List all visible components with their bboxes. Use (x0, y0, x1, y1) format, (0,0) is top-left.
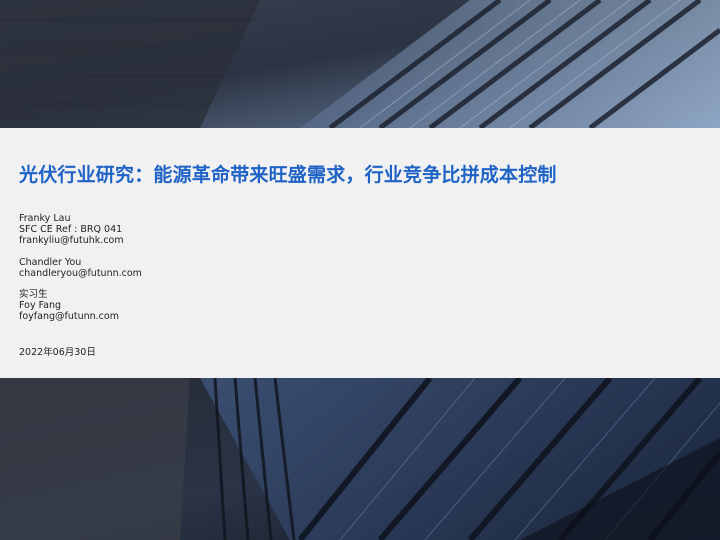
background-photo-bottom (0, 378, 720, 540)
title-slide: 光伏行业研究：能源革命带来旺盛需求，行业竞争比拼成本控制 Franky Lau … (0, 0, 720, 540)
report-date: 2022年06月30日 (19, 347, 96, 358)
author-email: chandleryou@futunn.com (19, 268, 142, 279)
author-email: foyfang@futunn.com (19, 311, 119, 322)
background-photo-top (0, 0, 720, 128)
author-email: frankyliu@futuhk.com (19, 235, 124, 246)
report-title: 光伏行业研究：能源革命带来旺盛需求，行业竞争比拼成本控制 (19, 164, 557, 186)
